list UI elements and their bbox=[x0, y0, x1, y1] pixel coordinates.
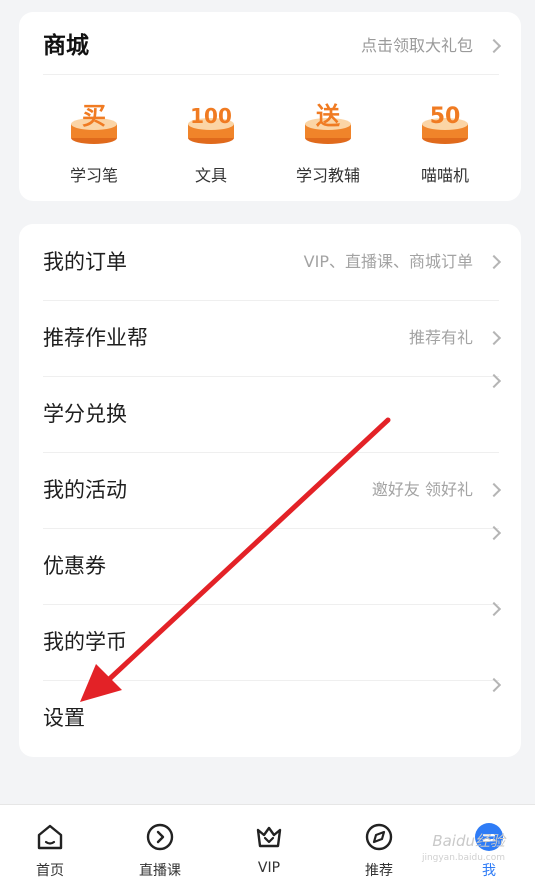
mall-item-label: 学习教辅 bbox=[295, 166, 360, 185]
tab-label: VIP bbox=[257, 860, 281, 876]
mall-item-stationery[interactable]: 100 文具 bbox=[156, 94, 266, 194]
menu-item-credit-exchange[interactable]: 学分兑换 bbox=[43, 373, 502, 453]
menu-item-coins[interactable]: 我的学币 bbox=[43, 601, 502, 681]
tab-live[interactable]: 直播课 bbox=[110, 805, 210, 885]
menu-item-label: 推荐作业帮 bbox=[43, 326, 148, 350]
menu-item-orders[interactable]: 我的订单 VIP、直播课、商城订单 bbox=[43, 224, 502, 301]
menu-item-recommend[interactable]: 推荐作业帮 推荐有礼 bbox=[43, 300, 502, 377]
compass-icon bbox=[365, 823, 393, 851]
mall-item-study-guide[interactable]: 送 学习教辅 bbox=[273, 94, 383, 194]
menu-item-label: 我的订单 bbox=[43, 250, 127, 274]
mall-title: 商城 bbox=[43, 33, 89, 59]
100-badge-icon: 100 bbox=[188, 104, 234, 144]
chevron-right-icon bbox=[486, 330, 502, 346]
menu-card: 我的订单 VIP、直播课、商城订单 推荐作业帮 推荐有礼 学分兑换 我的活动 邀… bbox=[19, 224, 521, 757]
tab-label: 推荐 bbox=[365, 863, 393, 879]
chevron-right-icon bbox=[486, 373, 502, 389]
mall-promo-text: 点击领取大礼包 bbox=[360, 36, 473, 55]
menu-item-hint bbox=[473, 601, 502, 617]
chevron-right-icon bbox=[486, 677, 502, 693]
menu-item-hint bbox=[473, 525, 502, 541]
mall-item-label: 学习笔 bbox=[69, 166, 118, 185]
menu-item-coupons[interactable]: 优惠券 bbox=[43, 525, 502, 605]
menu-item-label: 优惠券 bbox=[43, 554, 106, 578]
svg-text:买: 买 bbox=[82, 102, 106, 130]
watermark: Baidu经验 bbox=[432, 832, 505, 850]
menu-item-hint bbox=[473, 373, 502, 389]
menu-item-hint: 邀好友 领好礼 bbox=[372, 452, 502, 528]
tab-recommend[interactable]: 推荐 bbox=[329, 805, 429, 885]
50-badge-icon: 50 bbox=[422, 104, 468, 144]
gift-badge-icon: 送 bbox=[305, 102, 351, 144]
menu-item-label: 我的活动 bbox=[43, 478, 127, 502]
menu-item-hint bbox=[473, 677, 502, 693]
watermark-url: jingyan.baidu.com bbox=[421, 853, 505, 863]
tab-vip[interactable]: VIP bbox=[219, 805, 319, 885]
svg-text:50: 50 bbox=[430, 104, 461, 129]
tab-label: 直播课 bbox=[139, 863, 181, 879]
mall-header[interactable]: 商城 点击领取大礼包 bbox=[43, 28, 502, 64]
svg-text:送: 送 bbox=[316, 102, 341, 130]
mall-item-pen[interactable]: 买 学习笔 bbox=[39, 94, 149, 194]
mall-promo-link[interactable]: 点击领取大礼包 bbox=[360, 28, 502, 64]
menu-item-label: 设置 bbox=[43, 706, 85, 730]
menu-item-label: 学分兑换 bbox=[43, 402, 127, 426]
mall-items: 买 学习笔 100 文具 送 学习教辅 50 喵喵机 bbox=[19, 94, 521, 194]
divider bbox=[43, 74, 499, 75]
chevron-right-icon bbox=[486, 601, 502, 617]
tab-home[interactable]: 首页 bbox=[0, 805, 100, 885]
menu-item-hint: VIP、直播课、商城订单 bbox=[304, 224, 502, 300]
tab-label: 我 bbox=[482, 863, 496, 879]
chevron-right-icon bbox=[486, 482, 502, 498]
home-icon bbox=[37, 824, 63, 850]
live-play-icon bbox=[146, 823, 174, 851]
menu-item-activities[interactable]: 我的活动 邀好友 领好礼 bbox=[43, 452, 502, 529]
menu-item-settings[interactable]: 设置 bbox=[43, 677, 502, 756]
buy-badge-icon: 买 bbox=[71, 102, 117, 144]
menu-item-label: 我的学币 bbox=[43, 630, 127, 654]
menu-item-hint: 推荐有礼 bbox=[409, 300, 502, 376]
chevron-right-icon bbox=[486, 254, 502, 270]
mall-card: 商城 点击领取大礼包 买 学习笔 100 文具 送 学习教辅 50 喵喵机 bbox=[19, 12, 521, 201]
tab-label: 首页 bbox=[36, 863, 64, 879]
mall-item-printer[interactable]: 50 喵喵机 bbox=[390, 94, 500, 194]
chevron-right-icon bbox=[486, 38, 502, 54]
chevron-right-icon bbox=[486, 525, 502, 541]
mall-item-label: 喵喵机 bbox=[420, 166, 469, 185]
mall-item-label: 文具 bbox=[194, 166, 227, 185]
svg-text:100: 100 bbox=[190, 104, 232, 128]
vip-crown-icon bbox=[256, 826, 282, 848]
